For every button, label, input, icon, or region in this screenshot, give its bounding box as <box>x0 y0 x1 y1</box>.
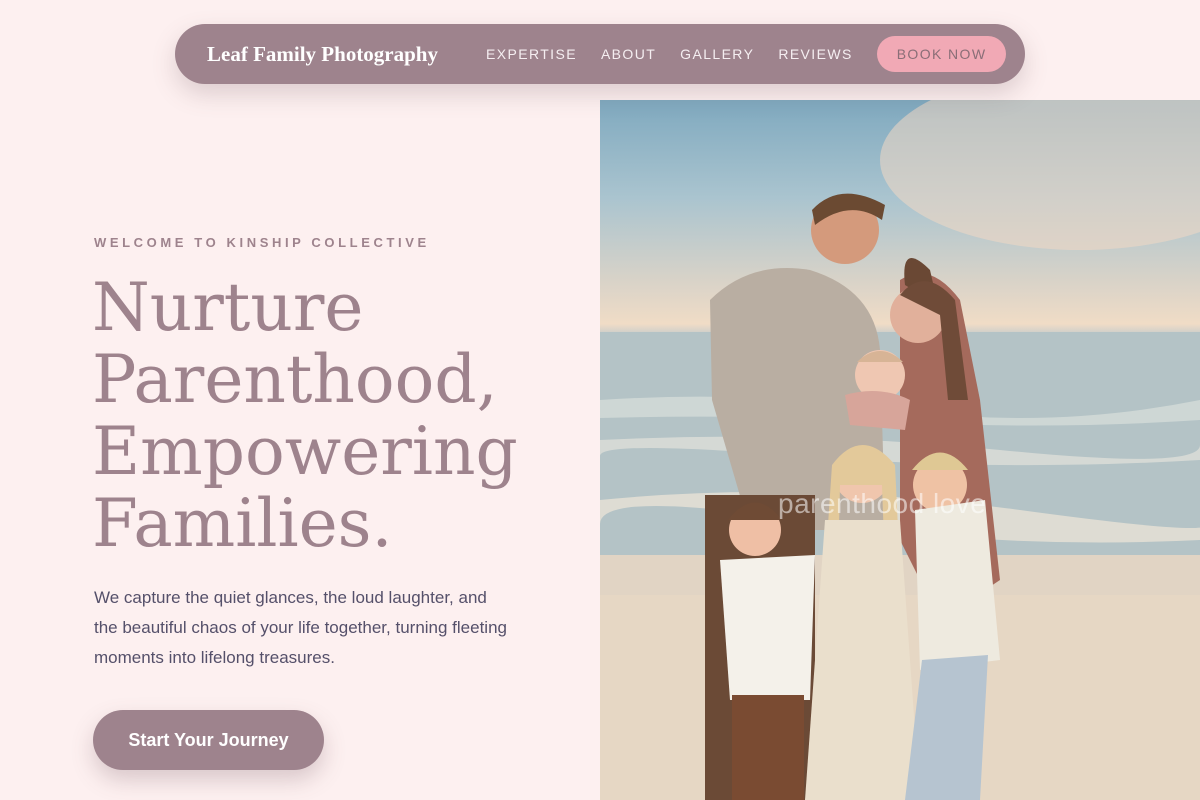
family-beach-photo: parenthood love <box>600 100 1200 800</box>
book-now-button[interactable]: BOOK NOW <box>876 36 1007 72</box>
nav-link-about[interactable]: ABOUT <box>601 46 656 62</box>
family-illustration <box>600 100 1200 800</box>
headline-line: Empowering <box>92 413 518 490</box>
start-journey-button[interactable]: Start Your Journey <box>93 710 324 770</box>
photo-watermark: parenthood love <box>778 488 987 519</box>
hero-eyebrow: WELCOME TO KINSHIP COLLECTIVE <box>94 235 430 250</box>
brand-logo[interactable]: Leaf Family Photography <box>207 42 438 67</box>
nav-link-reviews[interactable]: REVIEWS <box>778 46 852 62</box>
headline-line: Nurture <box>92 269 364 346</box>
headline-line: Parenthood, <box>92 341 498 418</box>
nav-link-gallery[interactable]: GALLERY <box>680 46 754 62</box>
top-nav: Leaf Family Photography EXPERTISE ABOUT … <box>175 24 1025 84</box>
hero-description: We capture the quiet glances, the loud l… <box>94 588 507 667</box>
nav-links: EXPERTISE ABOUT GALLERY REVIEWS BOOK NOW <box>486 36 1007 72</box>
hero-headline: Nurture Parenthood, Empowering Families. <box>92 272 572 560</box>
headline-line: Families. <box>92 485 393 562</box>
nav-link-expertise[interactable]: EXPERTISE <box>486 46 577 62</box>
